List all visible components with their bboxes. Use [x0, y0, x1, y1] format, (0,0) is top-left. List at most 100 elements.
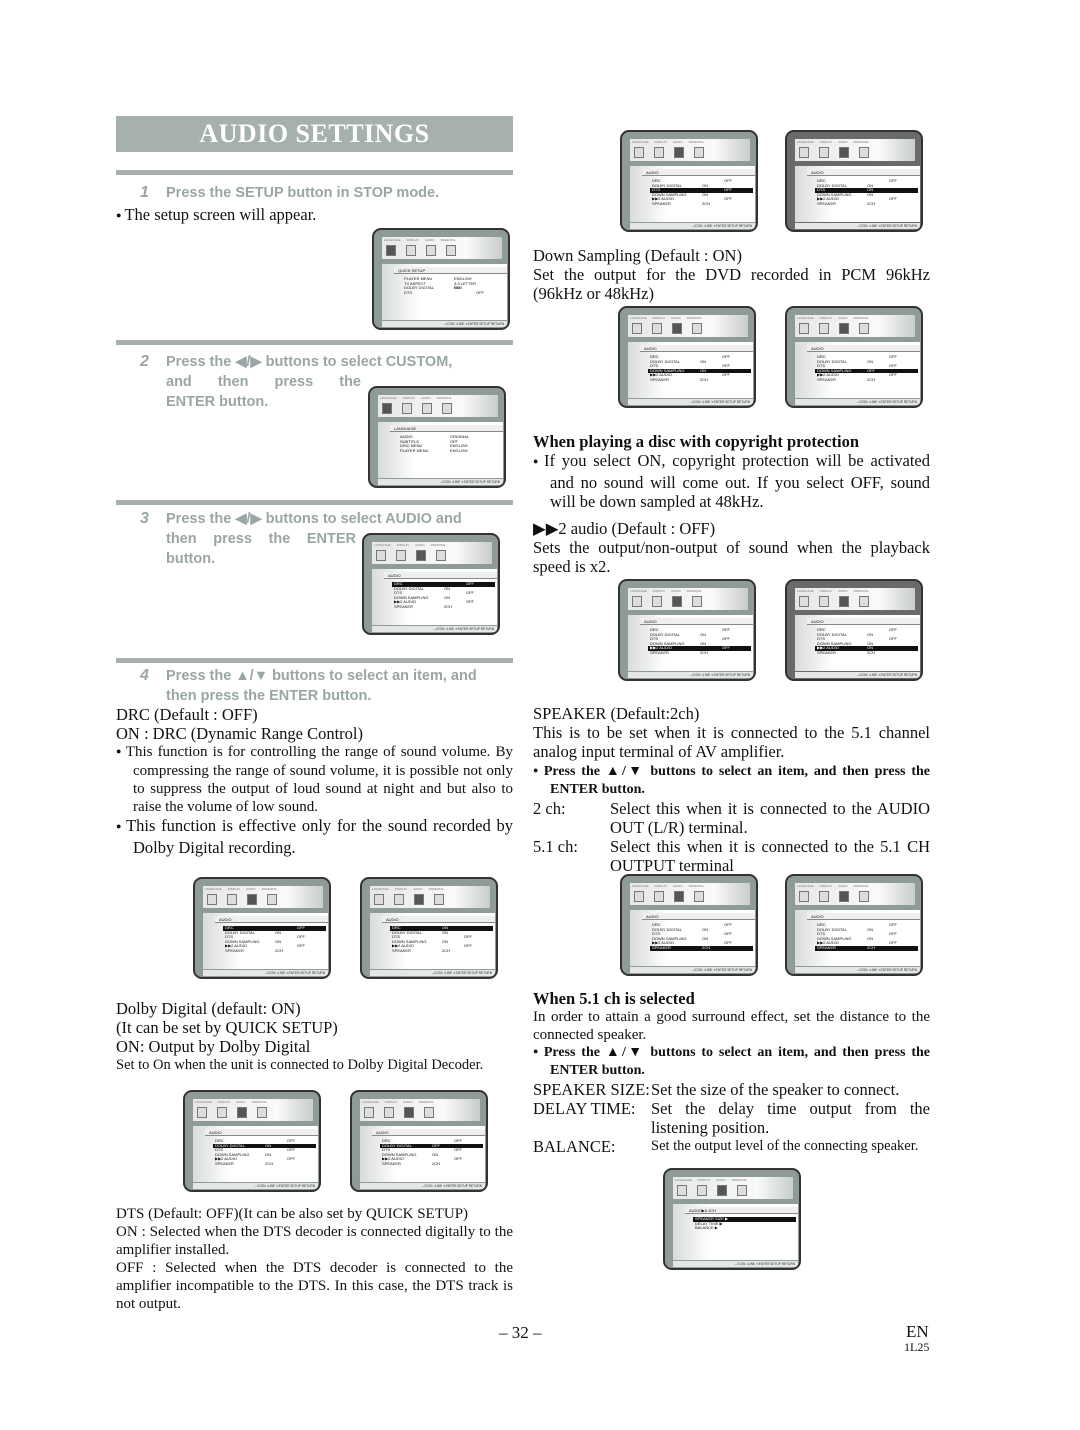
- tv-tab-labels: LANGUAGE DISPLAY AUDIO PARENTAL: [374, 543, 446, 547]
- globe-icon: [364, 1107, 374, 1118]
- display-icon: [396, 550, 406, 561]
- tv-tab-label: DISPLAY: [396, 543, 410, 547]
- tv-tab-label: DISPLAY: [697, 1178, 711, 1182]
- tv-tab-label: PARENTAL: [418, 1100, 435, 1104]
- page-title: AUDIO SETTINGS: [116, 116, 513, 152]
- tv-tab-icons: [207, 894, 277, 905]
- dts-section: DTS (Default: OFF)(It can be also set by…: [116, 1205, 513, 1313]
- x2-desc: Sets the output/non-output of sound when…: [533, 538, 930, 576]
- tv-menu-row: SPEAKER 2CH: [225, 947, 284, 953]
- tv-menu-header: AUDIO▶5.1CH: [685, 1207, 798, 1214]
- tv-tab-label: LANGUAGE: [372, 887, 389, 891]
- tv-menu-rows: DRC OFF DOLBY DIGITAL ON DTS OFF DOWN SAMPLING…: [815, 354, 918, 383]
- lock-icon: [267, 894, 277, 905]
- tv-menu-header: AUDIO: [372, 1129, 485, 1136]
- drc-on: ON : DRC (Dynamic Range Control): [116, 724, 364, 743]
- tv-tab-label: DISPLAY: [654, 140, 668, 144]
- drc-bullet-2: This function is effective only for the …: [126, 816, 514, 857]
- tv-tab-label: AUDIO: [425, 238, 435, 242]
- globe-icon: [207, 894, 217, 905]
- speaker-default: SPEAKER (Default:2ch): [533, 704, 700, 723]
- globe-icon: [677, 1185, 687, 1196]
- tv-tab-label: LANGUAGE: [205, 887, 222, 891]
- tv-screen-drc-on: LANGUAGE DISPLAY AUDIO PARENTAL AUDIO DRC ON DO…: [360, 877, 498, 979]
- tv-menu-header: AUDIO: [382, 916, 495, 923]
- ch51-desc: Select this when it is connected to the …: [610, 837, 930, 875]
- tv-tab-icons: [799, 323, 869, 334]
- lock-icon: [692, 596, 702, 607]
- tv-screen-dolby-on: LANGUAGE DISPLAY AUDIO PARENTAL AUDIO DRC OFF D…: [183, 1090, 321, 1192]
- tv-menu-rows: DRC OFF DOLBY DIGITAL ON DTS OFF DOWN SAMPLING…: [223, 925, 326, 954]
- speaker-icon: [672, 323, 682, 334]
- display-icon: [654, 147, 664, 158]
- tv-tab-label: DISPLAY: [819, 589, 833, 593]
- copyright-heading: When playing a disc with copyright prote…: [533, 432, 860, 451]
- tv-screen-audio: LANGUAGE DISPLAY AUDIO PARENTAL AUDIO DRC OFF D…: [362, 533, 500, 635]
- tv-tab-icons: [632, 596, 702, 607]
- tv-screen-dts-on: LANGUAGE DISPLAY AUDIO PARENTAL AUDIO DRC OFF D…: [785, 130, 923, 232]
- tv-footer: ↔ICON ↕LINE ✦ENTER SETUP RETURN: [203, 970, 328, 976]
- tv-tab-icons: [634, 147, 704, 158]
- tv-menu-rows: DRC OFF DOLBY DIGITAL ON DTS OFF DOWN SAMPLING…: [392, 581, 495, 610]
- tv-tab-label: AUDIO: [403, 1100, 413, 1104]
- tv-screen-dolby-off: LANGUAGE DISPLAY AUDIO PARENTAL AUDIO DRC OFF D…: [350, 1090, 488, 1192]
- tv-tab-label: AUDIO: [236, 1100, 246, 1104]
- dolby-section: Dolby Digital (default: ON) (It can be s…: [116, 999, 513, 1074]
- tv-footer: ↔ICON ↕LINE ✦ENTER SETUP RETURN: [795, 223, 920, 229]
- tv-tab-label: LANGUAGE: [362, 1100, 379, 1104]
- tv-tab-label: DISPLAY: [217, 1100, 231, 1104]
- lock-icon: [692, 323, 702, 334]
- tv-tab-bar: LANGUAGE DISPLAY AUDIO PARENTAL: [795, 315, 915, 337]
- tv-tab-label: PARENTAL: [440, 238, 457, 242]
- lock-icon: [694, 147, 704, 158]
- tv-tab-label: AUDIO: [838, 316, 848, 320]
- language-code: EN: [906, 1322, 929, 1341]
- tv-menu-row: SPEAKER 2CH: [650, 649, 709, 655]
- tv-tab-labels: LANGUAGE DISPLAY AUDIO PARENTAL: [797, 316, 869, 320]
- tv-footer: ↔ICON ↕LINE ✦ENTER SETUP RETURN: [378, 479, 503, 485]
- tv-tab-label: DISPLAY: [652, 316, 666, 320]
- speaker-icon: [839, 323, 849, 334]
- tv-menu-row: SPEAKER 2CH: [394, 603, 453, 609]
- tv-menu-header: AUDIO: [807, 169, 920, 176]
- tv-tab-labels: LANGUAGE DISPLAY AUDIO PARENTAL: [384, 238, 456, 242]
- tv-footer: ↔ICON ↕LINE ✦ENTER SETUP RETURN: [795, 967, 920, 973]
- section-divider: [116, 658, 513, 663]
- tv-screen-x2-on: LANGUAGE DISPLAY AUDIO PARENTAL AUDIO DRC OFF D…: [785, 579, 923, 681]
- tv-tab-icons: [382, 403, 452, 414]
- drc-section: DRC (Default : OFF) ON : DRC (Dynamic Ra…: [116, 705, 513, 857]
- tv-screen-speaker-51ch: LANGUAGE DISPLAY AUDIO PARENTAL AUDIO DRC OFF D…: [785, 874, 923, 976]
- ds-default: Down Sampling (Default : ON): [533, 246, 742, 265]
- size-desc: Set the size of the speaker to connect.: [651, 1080, 900, 1099]
- tv-menu-row: SPEAKER 2CH: [817, 200, 876, 206]
- tv-tab-bar: LANGUAGE DISPLAY AUDIO PARENTAL: [630, 139, 750, 161]
- x2-default: ▶▶2 audio (Default : OFF): [533, 519, 716, 538]
- tv-menu-row: BALANCE ▶: [695, 1225, 718, 1231]
- tv-menu-row: SPEAKER 2CH: [815, 945, 918, 951]
- tv-tab-label: LANGUAGE: [380, 396, 397, 400]
- tv-tab-label: LANGUAGE: [675, 1178, 692, 1182]
- tv-menu-rows: DRC OFF DOLBY DIGITAL ON DTS OFF DOWN SAMPLING…: [650, 922, 753, 951]
- tv-tab-label: DISPLAY: [384, 1100, 398, 1104]
- speaker-icon: [237, 1107, 247, 1118]
- tv-menu-rows: DRC OFF DOLBY DIGITAL ON DTS OFF DOWN SAMPLING…: [650, 178, 753, 207]
- tv-screen-quick-setup: LANGUAGE DISPLAY AUDIO PARENTAL QUICK SETUP P…: [372, 228, 510, 330]
- tv-tab-label: AUDIO: [413, 887, 423, 891]
- tv-tab-label: LANGUAGE: [797, 316, 814, 320]
- tv-menu-rows: DRC OFF DOLBY DIGITAL ON DTS OFF DOWN SAMPLING…: [648, 627, 751, 656]
- globe-icon: [376, 550, 386, 561]
- tv-tab-label: PARENTAL: [688, 884, 705, 888]
- lock-icon: [436, 550, 446, 561]
- tv-tab-bar: LANGUAGE DISPLAY AUDIO PARENTAL: [370, 886, 490, 908]
- ch2-desc: Select this when it is connected to the …: [610, 799, 930, 837]
- speaker-icon: [416, 550, 426, 561]
- tv-tab-label: PARENTAL: [430, 543, 447, 547]
- tv-screen-speaker-2ch: LANGUAGE DISPLAY AUDIO PARENTAL AUDIO DRC OFF D…: [620, 874, 758, 976]
- tv-menu-row: SPEAKER 2CH: [215, 1160, 274, 1166]
- tv-tab-icons: [677, 1185, 747, 1196]
- display-icon: [652, 323, 662, 334]
- tv-menu-header: AUDIO: [384, 572, 497, 579]
- page-number: – 32 –: [499, 1323, 542, 1342]
- globe-icon: [197, 1107, 207, 1118]
- tv-tab-label: DISPLAY: [406, 238, 420, 242]
